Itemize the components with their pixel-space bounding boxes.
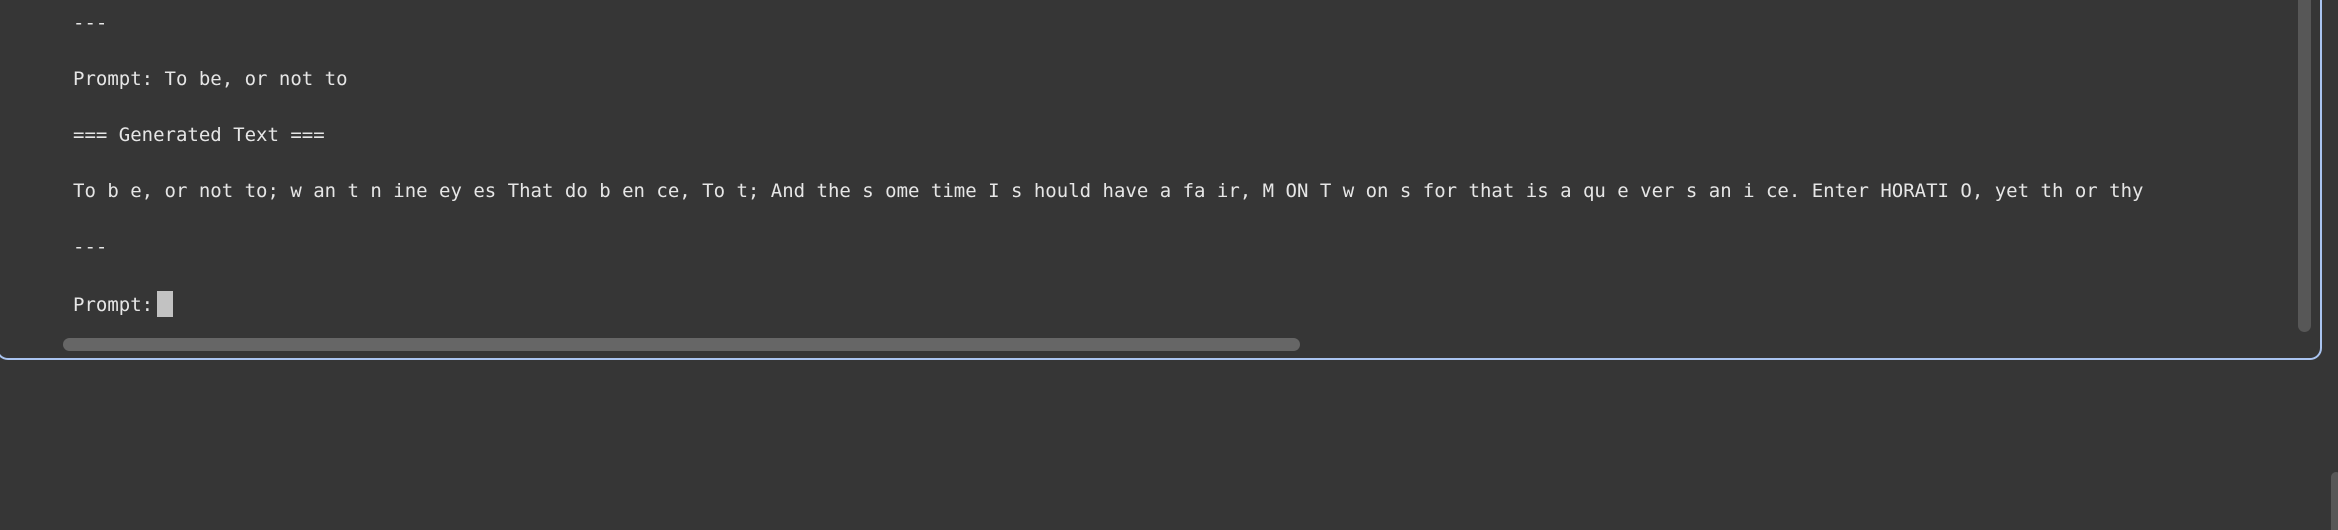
generated-text-heading: === Generated Text === bbox=[73, 124, 325, 146]
prompt-line: Prompt: To be, or not to bbox=[73, 68, 348, 90]
page: --- Prompt: To be, or not to === Generat… bbox=[0, 0, 2338, 530]
prompt-input-row[interactable]: Prompt: bbox=[73, 291, 174, 317]
separator-line: --- bbox=[73, 236, 108, 258]
generated-text-output: To b e, or not to; w an t n ine ey es Th… bbox=[73, 180, 2144, 202]
separator-line: --- bbox=[73, 12, 108, 34]
terminal-output-panel[interactable]: --- Prompt: To be, or not to === Generat… bbox=[0, 0, 2322, 360]
prompt-label: Prompt: bbox=[73, 294, 154, 316]
vertical-scrollbar[interactable] bbox=[2298, 0, 2311, 332]
text-cursor bbox=[157, 291, 174, 317]
horizontal-scrollbar[interactable] bbox=[63, 338, 1300, 351]
page-vertical-scrollbar[interactable] bbox=[2331, 472, 2338, 530]
